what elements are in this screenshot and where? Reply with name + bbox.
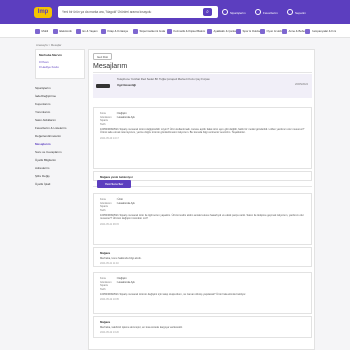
sidebar-item-messages[interactable]: Mesajlarım [35, 140, 85, 148]
product-date: 20/05/2024 [295, 83, 308, 86]
profile-card: Merhaba Mervin 0 Puan 0 Hediye Kodu [35, 49, 85, 79]
breadcrumb: Anasayfa > Mesajlar [36, 43, 62, 47]
sidebar-menu: Siparişlerim İade/Değiştirme Kuponlarım … [35, 84, 85, 188]
book-icon [101, 28, 106, 34]
message-item: Konu: Değişim Gönderen: Hesabında Ayk Si… [93, 107, 312, 169]
gift-code-link[interactable]: 0 Hediye Kodu [39, 65, 81, 69]
reply-date: 2024-05-22 13:20 [100, 331, 119, 335]
sidebar-item-addresses[interactable]: Adreslerim [35, 164, 85, 172]
category-kozmetik[interactable]: Kozmetik & Kişisel Bakım [167, 27, 205, 35]
search-input[interactable]: Yeni bir ürün ya da marka ara, 'Nagold' … [58, 6, 218, 18]
sidebar-item-favorites[interactable]: Favorilerim & Listelerim [35, 124, 85, 132]
reply-item: Mağaza Merhaba, konu hakkında bilgi alın… [93, 247, 312, 267]
reply-text: Merhaba, konu hakkında bilgi alındı. [100, 257, 142, 260]
category-kitap[interactable]: Kitap & Kırtasiye [101, 27, 128, 35]
category-anne-bebek[interactable]: Anne & Bebek [282, 27, 306, 35]
product-image [96, 84, 110, 88]
reply-text: Merhaba, talebiniz işleme alınmıştır, en… [100, 326, 183, 329]
category-supermarket[interactable]: Süpermarket & Gıda [133, 27, 165, 35]
messages-panel: Geri Dön Mesajlarım Telephone Yonthat Re… [88, 49, 315, 350]
message-body: 1005036993521 Sipariş numaralı ürün ile … [100, 213, 304, 221]
favorites-link[interactable]: Favorilerim [263, 11, 278, 15]
sidebar-item-qa[interactable]: Soru ve Cevaplarım [35, 148, 85, 156]
message-body: 1005036993521 Sipariş numaralı ürünü değ… [100, 127, 305, 135]
cart-link[interactable]: Sepetim [295, 11, 306, 15]
search-button[interactable]: ⌕ [203, 8, 212, 16]
category-elektronik[interactable]: Elektronik [53, 27, 72, 35]
sidebar-item-purchased[interactable]: Satın Aldıklarım [35, 116, 85, 124]
message-meta: Konu: Değişim Gönderen: Hesabında Ayk Si… [100, 112, 135, 126]
sidebar-item-reviews[interactable]: Yorumlarım [35, 108, 85, 116]
new-message-button[interactable]: Yeni Soru Sor [97, 180, 131, 188]
lipstick-icon [167, 28, 172, 34]
message-date: 2024-05-21 09:15 [100, 222, 119, 226]
product-title: Telephone Yonthat Red Sedet 8K Tuğla Çor… [117, 77, 210, 81]
account-sidebar: Merhaba Mervin 0 Puan 0 Hediye Kodu Sipa… [35, 49, 85, 188]
back-button[interactable]: Geri Dön [93, 53, 113, 60]
category-mobil[interactable]: Mobil [35, 27, 48, 35]
category-spor[interactable]: Spor & Outdoor [236, 27, 262, 35]
message-date: 2024-05-20 14:17 [100, 136, 119, 140]
orders-icon[interactable] [222, 9, 228, 15]
category-oyun[interactable]: Oyun & Hobi [260, 27, 282, 35]
reply-heading: Mağaza [100, 320, 111, 324]
sidebar-item-returns[interactable]: İade/Değiştirme [35, 92, 85, 100]
heart-icon[interactable] [255, 9, 261, 15]
reply-date: 2024-05-21 11:40 [100, 262, 119, 266]
phone-icon [35, 28, 40, 34]
baby-icon [282, 28, 287, 34]
shoe-icon [207, 28, 212, 34]
message-item: Konu: Değişim Gönderen: Hesabında Ayk Si… [93, 272, 312, 314]
sidebar-item-evaluations[interactable]: Değerlendirmelerim [35, 132, 85, 140]
reply-heading: Mağaza yanıtı bekleniyor [100, 175, 133, 179]
top-header: Imp Yeni bir ürün ya da marka ara, 'Nago… [0, 0, 350, 24]
reply-heading: Mağaza [100, 251, 111, 255]
message-date: 2024-05-22 10:05 [100, 298, 119, 302]
cart-icon[interactable] [287, 9, 293, 15]
profile-name: Merhaba Mervin [39, 53, 62, 57]
sidebar-item-password[interactable]: Şifre Değiş [35, 172, 85, 180]
reply-item: Mağaza Merhaba, talebiniz işleme alınmış… [93, 316, 312, 338]
category-bar: Mobil Elektronik Ev & Yaşam Kitap & Kırt… [0, 24, 350, 38]
tag-icon [305, 28, 310, 34]
orders-link[interactable]: Siparişlerim [230, 11, 246, 15]
sidebar-item-cancel[interactable]: Üyelik İptali [35, 180, 85, 188]
points-link[interactable]: 0 Puan [39, 60, 81, 64]
category-ayakkabi[interactable]: Ayakkabı & Çanta [207, 27, 236, 35]
home-icon [76, 28, 81, 34]
divider [93, 72, 312, 73]
category-kampanyalar[interactable]: Kampanyalar & Fırsatlar [305, 27, 336, 35]
category-ev-yasam[interactable]: Ev & Yaşam [76, 27, 98, 35]
message-item: Konu: Ürün Gönderen: Hesabında Ayk Sipar… [93, 193, 312, 245]
sidebar-item-membership[interactable]: Üyelik Bilgilerim [35, 156, 85, 164]
message-body: 1005036993521 Sipariş numaralı ürünün de… [100, 292, 247, 296]
tv-icon [53, 28, 58, 34]
site-logo[interactable]: Imp [34, 7, 52, 18]
sidebar-item-orders[interactable]: Siparişlerim [35, 84, 85, 92]
ball-icon [236, 28, 241, 34]
message-meta: Konu: Değişim Gönderen: Hesabında Ayk Si… [100, 277, 135, 291]
sidebar-item-coupons[interactable]: Kuponlarım [35, 100, 85, 108]
seller-name: Ugd Güvenliği [117, 83, 136, 87]
message-meta: Konu: Ürün Gönderen: Hesabında Ayk Sipar… [100, 198, 135, 212]
page-title: Mesajlarım [93, 63, 128, 70]
basket-icon [133, 28, 138, 34]
gamepad-icon [260, 28, 265, 34]
product-summary[interactable]: Telephone Yonthat Red Sedet 8K Tuğla Çor… [93, 74, 312, 98]
